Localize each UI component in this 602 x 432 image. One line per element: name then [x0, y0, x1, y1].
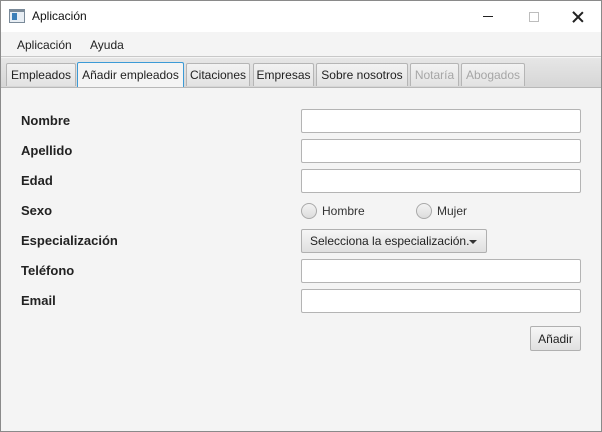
apellido-label: Apellido: [21, 143, 73, 158]
title-bar: Aplicación: [1, 1, 601, 32]
nombre-field[interactable]: [301, 109, 581, 133]
app-icon: [9, 9, 25, 23]
radio-hombre[interactable]: Hombre: [301, 203, 365, 219]
nombre-label: Nombre: [21, 113, 71, 128]
tab-empresas[interactable]: Empresas: [253, 63, 314, 86]
add-employee-form: Nombre Apellido Edad Sexo Hombre Mujer E…: [1, 88, 601, 431]
radio-circle-icon: [301, 203, 317, 219]
tab-abogados: Abogados: [461, 63, 525, 86]
especializacion-combobox[interactable]: Selecciona la especialización.: [301, 229, 487, 253]
tab-citaciones[interactable]: Citaciones: [186, 63, 250, 86]
telefono-field[interactable]: [301, 259, 581, 283]
minimize-button[interactable]: [465, 1, 511, 32]
window-title: Aplicación: [32, 9, 87, 23]
dropdown-arrow-icon: [469, 240, 477, 244]
menu-bar: Aplicación Ayuda: [1, 32, 601, 57]
tab-notaria: Notaría: [410, 63, 459, 86]
sexo-label: Sexo: [21, 203, 53, 218]
especializacion-selected: Selecciona la especialización.: [310, 234, 470, 248]
maximize-button[interactable]: [511, 1, 557, 32]
radio-hombre-label: Hombre: [322, 204, 365, 218]
radio-circle-icon: [416, 203, 432, 219]
edad-field[interactable]: [301, 169, 581, 193]
menu-ayuda[interactable]: Ayuda: [90, 38, 124, 52]
close-icon: [572, 11, 584, 23]
radio-mujer[interactable]: Mujer: [416, 203, 467, 219]
especializacion-label: Especialización: [21, 233, 118, 248]
sexo-radio-group: Hombre Mujer: [301, 203, 501, 221]
email-field[interactable]: [301, 289, 581, 313]
minimize-icon: [483, 16, 493, 17]
apellido-field[interactable]: [301, 139, 581, 163]
radio-mujer-label: Mujer: [437, 204, 468, 218]
maximize-icon: [529, 11, 539, 22]
anadir-button[interactable]: Añadir: [530, 326, 581, 351]
tab-sobre-nosotros[interactable]: Sobre nosotros: [316, 63, 408, 86]
telefono-label: Teléfono: [21, 263, 75, 278]
app-window: Aplicación Aplicación Ayuda Empleados Añ…: [0, 0, 602, 432]
email-label: Email: [21, 293, 56, 308]
close-button[interactable]: [555, 1, 601, 32]
tab-empleados[interactable]: Empleados: [6, 63, 76, 86]
tab-anadir-empleados[interactable]: Añadir empleados: [77, 62, 184, 87]
edad-label: Edad: [21, 173, 53, 188]
menu-aplicacion[interactable]: Aplicación: [17, 38, 72, 52]
tab-bar: Empleados Añadir empleados Citaciones Em…: [1, 58, 601, 88]
